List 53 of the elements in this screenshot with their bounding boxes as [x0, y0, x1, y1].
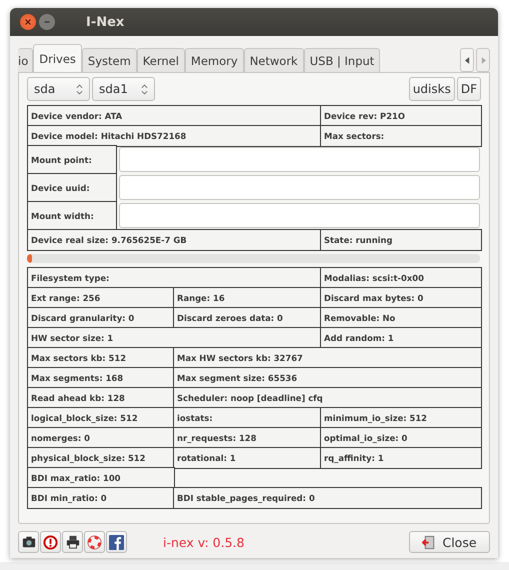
field-label: Mount width: — [27, 201, 117, 230]
warning-icon[interactable] — [40, 531, 61, 553]
info-cell: minimum_io_size: 512 — [320, 407, 482, 428]
scroll-left-button[interactable] — [460, 48, 474, 72]
info-cell: rq_affinity: 1 — [320, 447, 482, 468]
device-spinner[interactable]: sda1 — [92, 77, 155, 101]
device-spinner[interactable]: sda — [27, 77, 90, 101]
info-cell: Device rev: P21O — [320, 105, 482, 126]
window-title: I-Nex — [86, 14, 124, 30]
info-cell: Add random: 1 — [320, 327, 482, 348]
info-cell: HW sector size: 1 — [27, 327, 322, 348]
input-field[interactable] — [118, 175, 480, 200]
tab[interactable]: io — [18, 48, 34, 72]
input-field[interactable] — [118, 203, 480, 228]
info-cell: Max sectors: — [320, 125, 482, 146]
field-label: Device uuid: — [27, 173, 117, 202]
info-cell: BDI min_ratio: 0 — [27, 487, 174, 508]
info-cell: Max segment size: 65536 — [173, 367, 482, 388]
lifebuoy-icon[interactable] — [84, 531, 105, 553]
info-cell: State: running — [320, 229, 482, 250]
toolbar-button[interactable]: DF — [456, 77, 481, 101]
info-cell: BDI stable_pages_required: 0 — [173, 487, 482, 508]
minimize-button[interactable] — [39, 14, 55, 30]
info-cell: Filesystem type: — [27, 267, 322, 288]
tab[interactable]: Drives — [33, 44, 82, 72]
left-arrow-icon — [464, 56, 470, 64]
input-field[interactable] — [118, 147, 480, 172]
info-cell: Modalias: scsi:t-0x00 — [320, 267, 482, 288]
info-cell: Device vendor: ATA — [27, 105, 322, 126]
info-cell: BDI max_ratio: 100 — [27, 467, 174, 488]
info-cell: Max HW sectors kb: 32767 — [173, 347, 482, 368]
right-arrow-icon — [480, 56, 486, 64]
close-icon — [24, 18, 32, 26]
info-cell: Device model: Hitachi HDS72168 — [27, 125, 322, 146]
info-cell: Device real size: 9.765625E-7 GB — [27, 229, 322, 250]
info-cell: Removable: No — [320, 307, 482, 328]
tab[interactable]: System — [82, 48, 137, 72]
info-cell: Scheduler: noop [deadline] cfq — [173, 387, 482, 408]
version-label: i-nex v: 0.5.8 — [163, 534, 244, 550]
close-button[interactable] — [20, 14, 36, 30]
info-cell: Discard max bytes: 0 — [320, 287, 482, 308]
camera-icon[interactable] — [18, 531, 39, 553]
toolbar-button[interactable]: udisks — [408, 77, 455, 101]
facebook-icon[interactable] — [106, 531, 127, 553]
tab[interactable]: USB | Input — [304, 48, 380, 72]
close-button[interactable]: Close — [409, 531, 490, 553]
info-cell: rotational: 1 — [173, 447, 322, 468]
tab[interactable]: Network — [244, 48, 304, 72]
info-cell: optimal_io_size: 0 — [320, 427, 482, 448]
tab[interactable]: Memory — [184, 48, 244, 72]
tab[interactable]: Kernel — [136, 48, 185, 72]
field-label: Mount point: — [27, 145, 117, 174]
printer-icon[interactable] — [62, 531, 83, 553]
